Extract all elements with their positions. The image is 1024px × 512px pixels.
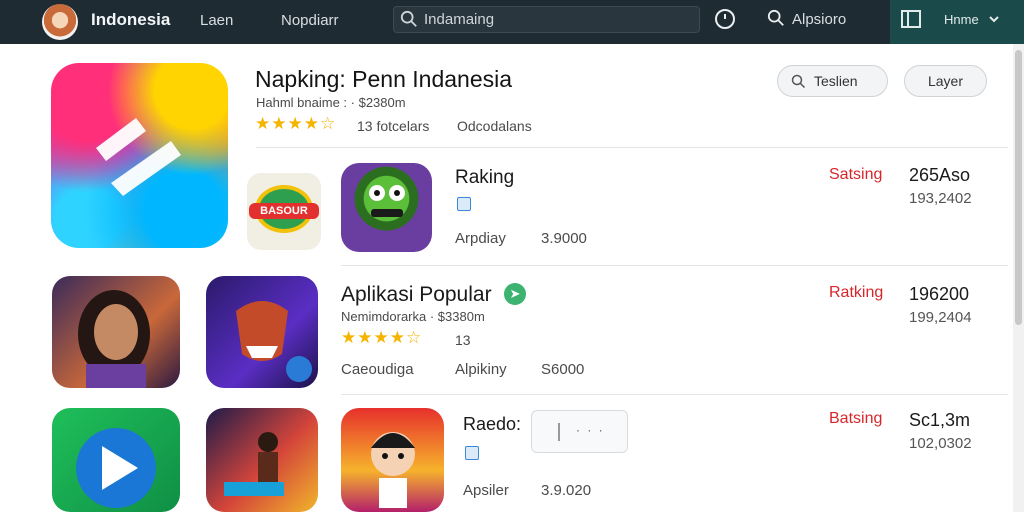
- rating-stars: ★★★★☆: [341, 328, 423, 347]
- chevron-down-icon[interactable]: [988, 13, 1000, 25]
- top-navigation-bar: Indonesia Laen Nopdiarr Indamaing Alpsio…: [0, 0, 1024, 44]
- divider: [341, 394, 1008, 395]
- page-subtitle: Hahml bnaime : · $2380m: [256, 95, 406, 110]
- app-icon-green-monster[interactable]: [341, 163, 432, 252]
- info-badge-icon: [465, 446, 479, 460]
- rank-value: Sc1,3m: [909, 410, 971, 430]
- layer-button[interactable]: Layer: [904, 65, 987, 97]
- review-count: 13 fotcelars: [357, 118, 430, 134]
- app-icon-play[interactable]: [52, 408, 180, 512]
- info-badge-icon: [457, 197, 471, 211]
- app-icon-text: BASOUR: [249, 203, 319, 219]
- app-icon-mask[interactable]: [206, 276, 318, 388]
- row-meta-left: Arpdiay: [455, 230, 506, 247]
- app-icon-basour[interactable]: BASOUR: [247, 173, 321, 250]
- search-button[interactable]: Teslien: [777, 65, 888, 97]
- brand-logo[interactable]: [42, 4, 78, 40]
- play-icon: [76, 428, 156, 508]
- app-icon-portrait[interactable]: [52, 276, 180, 388]
- scrollbar-thumb[interactable]: [1015, 50, 1022, 325]
- review-count: 13: [455, 332, 471, 348]
- row-meta-c: S6000: [541, 361, 585, 378]
- game-glyph: [224, 432, 284, 496]
- row-meta-right: 3.9.020: [541, 482, 592, 499]
- divider: [341, 265, 1008, 266]
- mini-preview-dots: · · ·: [576, 423, 605, 437]
- mini-preview-card[interactable]: · · ·: [531, 410, 628, 453]
- rank-label: Batsing: [829, 410, 883, 427]
- apps-search-link[interactable]: Alpsioro: [792, 11, 846, 28]
- rank-subvalue: 102,0302: [909, 435, 972, 452]
- home-menu[interactable]: Hnme: [944, 12, 979, 27]
- rating-stars: ★★★★☆: [255, 114, 337, 133]
- row-title[interactable]: Raedo:: [463, 414, 521, 435]
- rank-subvalue: 199,2404: [909, 309, 972, 326]
- nav-item-2[interactable]: Nopdiarr: [281, 12, 339, 29]
- row-subtitle: Nemimdorarka · $3380m: [341, 309, 485, 324]
- clock-icon[interactable]: [714, 8, 736, 30]
- brand-name[interactable]: Indonesia: [91, 10, 170, 30]
- app-root: Indonesia Laen Nopdiarr Indamaing Alpsio…: [0, 0, 1024, 512]
- download-count: Odcodalans: [457, 118, 532, 134]
- window-icon[interactable]: [901, 10, 921, 28]
- app-icon-game[interactable]: [206, 408, 318, 512]
- character-glyph: [371, 432, 415, 508]
- rank-label: Satsing: [829, 166, 883, 183]
- mask-glyph: [236, 301, 312, 382]
- row-meta-left: Apsiler: [463, 482, 509, 499]
- rank-value: 265Aso: [909, 165, 971, 185]
- featured-app-glyph: [96, 118, 181, 196]
- verified-icon: ➤: [504, 283, 526, 305]
- row-meta-b: Alpikiny: [455, 361, 507, 378]
- featured-app-icon[interactable]: [51, 63, 228, 248]
- row-title[interactable]: Aplikasi Popular: [341, 283, 492, 307]
- rank-subvalue: 193,2402: [909, 190, 972, 207]
- page-title: Napking: Penn Indanesia: [255, 66, 513, 92]
- row-title[interactable]: Raking: [455, 167, 514, 189]
- search-input-text[interactable]: Indamaing: [424, 11, 494, 28]
- search-icon: [791, 74, 806, 89]
- row-meta-a: Caeoudiga: [341, 361, 414, 378]
- portrait-glyph: [78, 290, 150, 388]
- nav-item-1[interactable]: Laen: [200, 12, 233, 29]
- search-button-label: Teslien: [814, 73, 858, 89]
- search-icon: [400, 10, 417, 27]
- rank-label: Ratking: [829, 284, 884, 301]
- app-icon-character[interactable]: [341, 408, 444, 512]
- divider: [256, 147, 1008, 148]
- row-meta-right: 3.9000: [541, 230, 587, 247]
- monster-glyph: [369, 185, 405, 217]
- search-apps-icon[interactable]: [767, 9, 785, 27]
- rank-value: 196200: [909, 284, 970, 304]
